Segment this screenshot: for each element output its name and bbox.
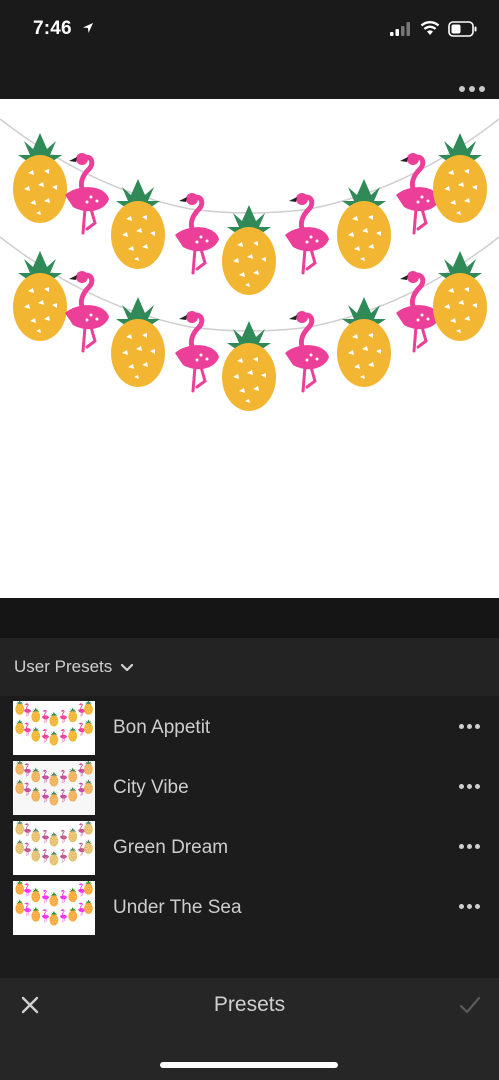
preset-thumbnail: [13, 821, 95, 875]
status-bar: 7:46: [0, 0, 499, 60]
preset-name: Bon Appetit: [113, 717, 211, 738]
garland-image: [0, 118, 499, 411]
more-options-icon[interactable]: [459, 724, 480, 729]
bottom-title: Presets: [213, 993, 286, 1016]
chevron-down-icon: [121, 663, 134, 672]
preset-list: Bon Appetit City Vibe Green Dream Under …: [0, 698, 499, 938]
preset-thumbnail: [13, 761, 95, 815]
preset-group-dropdown[interactable]: User Presets: [0, 638, 499, 696]
status-time: 7:46: [33, 18, 72, 39]
cellular-signal-icon: [390, 22, 410, 36]
photo-preview: [0, 99, 499, 598]
preset-item-under-the-sea[interactable]: Under The Sea: [0, 878, 499, 938]
home-indicator[interactable]: [160, 1062, 338, 1068]
preset-item-bon-appetit[interactable]: Bon Appetit: [0, 698, 499, 758]
divider-strip: [0, 598, 499, 638]
more-options-icon[interactable]: [459, 784, 480, 789]
preset-name: City Vibe: [113, 777, 189, 798]
more-options-icon[interactable]: [459, 904, 480, 909]
top-toolbar: [0, 60, 499, 99]
preset-thumbnail: [13, 701, 95, 755]
checkmark-icon[interactable]: [458, 993, 482, 1017]
preset-item-city-vibe[interactable]: City Vibe: [0, 758, 499, 818]
more-options-icon[interactable]: [459, 844, 480, 849]
battery-icon: [448, 21, 477, 37]
preset-name: Under The Sea: [113, 897, 242, 918]
preset-thumbnail: [13, 881, 95, 935]
preset-item-green-dream[interactable]: Green Dream: [0, 818, 499, 878]
more-options-icon[interactable]: [459, 84, 485, 94]
preset-name: Green Dream: [113, 837, 229, 858]
preset-group-label: User Presets: [14, 657, 113, 676]
wifi-icon: [420, 21, 440, 35]
location-arrow-icon: [83, 23, 93, 33]
